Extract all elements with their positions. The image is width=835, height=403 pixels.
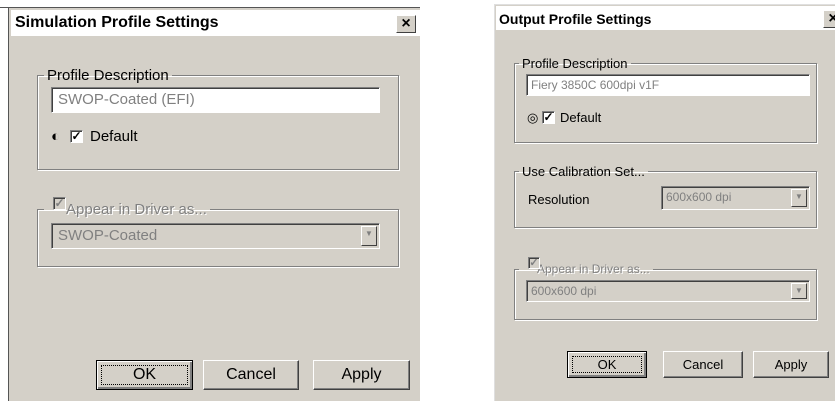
appear-in-driver-checkbox[interactable]: ✓: [528, 257, 540, 269]
ok-button[interactable]: OK: [567, 351, 647, 378]
calibration-legend: Use Calibration Set...: [522, 164, 645, 179]
profile-description-group: Profile Description: [514, 56, 817, 143]
default-checkbox[interactable]: ✓: [542, 111, 555, 124]
appear-in-driver-select[interactable]: 600x600 dpi ▼: [526, 280, 810, 302]
appear-in-driver-value: 600x600 dpi: [531, 284, 597, 298]
chevron-down-icon[interactable]: ▼: [791, 283, 807, 299]
profile-description-legend: Profile Description: [522, 56, 628, 71]
profile-description-group: Profile Description: [37, 67, 399, 170]
chevron-down-icon[interactable]: ▼: [791, 189, 807, 207]
dialog-title: Output Profile Settings: [499, 11, 652, 27]
appear-in-driver-select[interactable]: SWOP-Coated ▼: [51, 223, 380, 249]
resolution-select[interactable]: 600x600 dpi ▼: [661, 186, 810, 210]
resolution-label: Resolution: [528, 192, 590, 207]
focus-rect: [101, 365, 188, 385]
appear-in-driver-value: SWOP-Coated: [58, 227, 158, 244]
cancel-button[interactable]: Cancel: [203, 360, 299, 390]
apply-button[interactable]: Apply: [753, 351, 829, 378]
appear-in-driver-checkbox[interactable]: ✓: [53, 197, 66, 210]
resolution-value: 600x600 dpi: [666, 190, 732, 204]
profile-description-legend: Profile Description: [47, 67, 169, 84]
target-circle-icon: ◎: [527, 110, 539, 125]
close-button[interactable]: ×: [823, 10, 835, 28]
cancel-button[interactable]: Cancel: [663, 351, 743, 378]
chevron-down-icon[interactable]: ▼: [361, 226, 377, 246]
half-circle-icon: ◐: [51, 128, 61, 145]
apply-button[interactable]: Apply: [313, 360, 410, 390]
appear-in-driver-legend: Appear in Driver as...: [66, 201, 207, 218]
profile-description-field[interactable]: Fiery 3850C 600dpi v1F: [526, 74, 810, 96]
ok-button[interactable]: OK: [96, 360, 193, 390]
profile-description-field[interactable]: SWOP-Coated (EFI): [51, 87, 380, 113]
dialog-title: Simulation Profile Settings: [15, 14, 219, 31]
simulation-profile-dialog: Simulation Profile Settings × Profile De…: [8, 7, 420, 401]
title-bar: Output Profile Settings ×: [496, 6, 835, 30]
default-checkbox[interactable]: ✓: [70, 130, 83, 143]
default-label: Default: [90, 128, 138, 145]
focus-rect: [572, 356, 642, 373]
output-profile-dialog: Output Profile Settings × Profile Descri…: [493, 3, 835, 401]
default-label: Default: [560, 110, 602, 125]
close-button[interactable]: ×: [396, 15, 416, 33]
title-bar: Simulation Profile Settings ×: [11, 10, 420, 36]
